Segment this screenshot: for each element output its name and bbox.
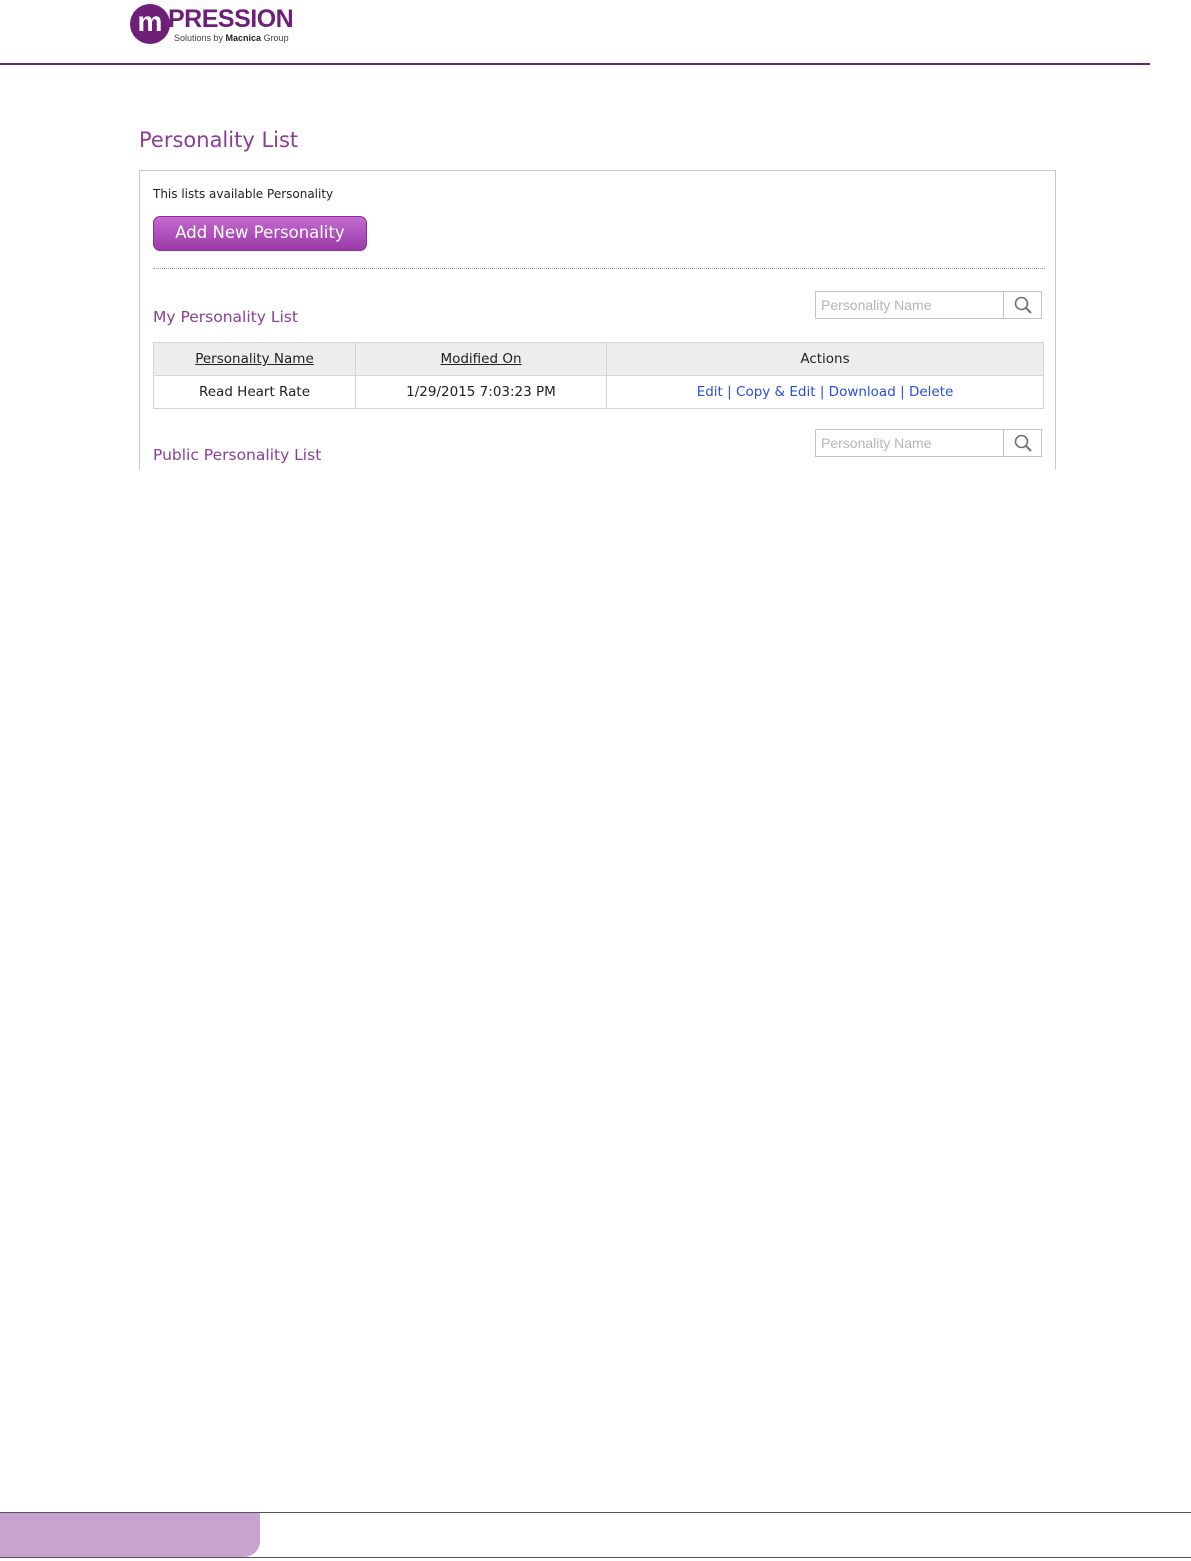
panel-description: This lists available Personality bbox=[153, 187, 334, 201]
cell-actions: Edit | Copy & Edit | Download | Delete bbox=[606, 375, 1044, 409]
search-icon bbox=[1014, 434, 1032, 452]
cell-personality-name: Read Heart Rate bbox=[153, 375, 356, 409]
sort-link-modified-on[interactable]: Modified On bbox=[440, 351, 521, 367]
search-icon bbox=[1014, 296, 1032, 314]
column-header-personality-name[interactable]: Personality Name bbox=[153, 342, 356, 376]
public-personality-list-title: Public Personality List bbox=[153, 446, 322, 464]
column-header-actions: Actions bbox=[606, 342, 1044, 376]
public-list-search-input[interactable] bbox=[816, 430, 1004, 456]
header-divider bbox=[0, 63, 1150, 65]
my-list-search-button[interactable] bbox=[1003, 292, 1041, 318]
cell-modified-on: 1/29/2015 7:03:23 PM bbox=[355, 375, 607, 409]
copy-and-edit-link[interactable]: Copy & Edit bbox=[736, 384, 816, 400]
my-list-search bbox=[815, 291, 1042, 319]
logo-tagline-suffix: Group bbox=[261, 33, 289, 43]
logo-tagline-brand: Macnica bbox=[225, 33, 262, 43]
delete-link[interactable]: Delete bbox=[909, 384, 953, 400]
footer-divider-bottom bbox=[0, 1557, 1191, 1558]
mpression-logo: m PRESSION Solutions by Macnica Group bbox=[130, 2, 330, 48]
column-header-modified-on[interactable]: Modified On bbox=[355, 342, 607, 376]
edit-link[interactable]: Edit bbox=[697, 384, 723, 400]
logo-wordmark: PRESSION bbox=[168, 5, 294, 33]
table-header-row: Personality Name Modified On Actions bbox=[153, 342, 1044, 376]
logo-tagline-prefix: Solutions by bbox=[174, 33, 226, 43]
download-link[interactable]: Download bbox=[829, 384, 896, 400]
sort-link-personality-name[interactable]: Personality Name bbox=[195, 351, 314, 367]
action-separator: | bbox=[900, 384, 905, 400]
my-list-search-input[interactable] bbox=[816, 292, 1004, 318]
footer-tab bbox=[0, 1513, 260, 1557]
logo-tagline: Solutions by Macnica Group bbox=[174, 33, 289, 43]
action-separator: | bbox=[819, 384, 825, 400]
public-list-search bbox=[815, 429, 1042, 457]
logo-mark: m bbox=[130, 4, 170, 44]
public-list-search-button[interactable] bbox=[1003, 430, 1041, 456]
section-divider bbox=[153, 268, 1045, 269]
page-title: Personality List bbox=[139, 128, 299, 152]
action-separator: | bbox=[727, 384, 732, 400]
add-new-personality-button[interactable]: Add New Personality bbox=[153, 216, 367, 251]
my-personality-list-title: My Personality List bbox=[153, 308, 298, 326]
table-row: Read Heart Rate 1/29/2015 7:03:23 PM Edi… bbox=[153, 375, 1044, 409]
personality-panel: This lists available Personality Add New… bbox=[139, 170, 1056, 470]
my-personality-table: Personality Name Modified On Actions Rea… bbox=[153, 342, 1044, 409]
